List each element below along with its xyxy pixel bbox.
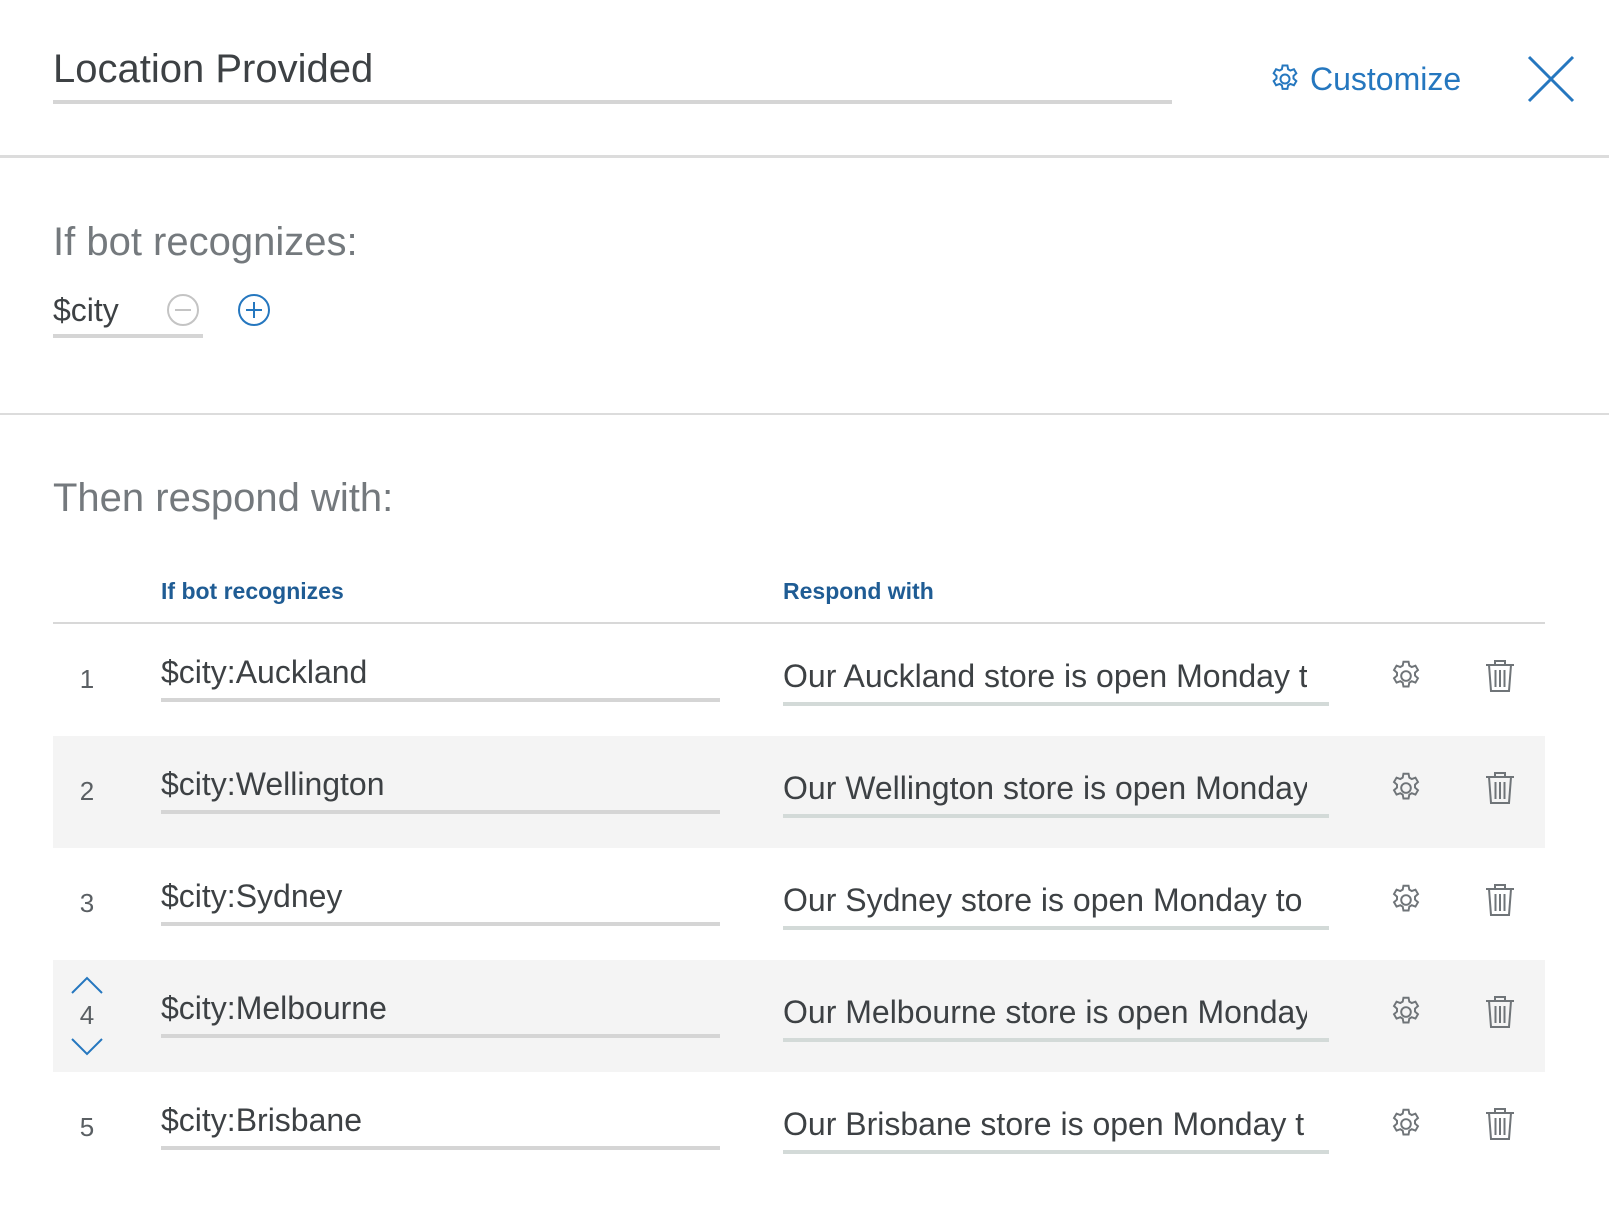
row-condition-field[interactable]: $city:Auckland [161, 654, 720, 702]
row-condition-field[interactable]: $city:Melbourne [161, 990, 720, 1038]
row-response-field[interactable]: Our Sydney store is open Monday to [783, 882, 1329, 930]
response-heading: Then respond with: [53, 476, 394, 520]
chevron-up-icon[interactable] [69, 974, 105, 996]
row-response-value[interactable]: Our Wellington store is open Monday [783, 770, 1307, 807]
gear-icon [1268, 62, 1302, 96]
chevron-down-icon[interactable] [69, 1036, 105, 1058]
node-title-input[interactable] [53, 42, 1172, 96]
row-number: 4 [79, 1000, 95, 1030]
column-header-response: Respond with [783, 578, 934, 604]
row-response-value[interactable]: Our Melbourne store is open Monday [783, 994, 1307, 1031]
row-response-field[interactable]: Our Auckland store is open Monday to [783, 658, 1329, 706]
row-number: 2 [79, 776, 95, 806]
trash-icon[interactable] [1483, 1106, 1517, 1142]
customize-label: Customize [1310, 60, 1462, 97]
row-condition-value[interactable]: $city:Auckland [161, 654, 367, 690]
row-response-field[interactable]: Our Wellington store is open Monday [783, 770, 1329, 818]
row-response-field[interactable]: Our Melbourne store is open Monday [783, 994, 1329, 1042]
table-row: 2 $city:Wellington Our Wellington store … [53, 736, 1545, 848]
row-condition-field[interactable]: $city:Wellington [161, 766, 720, 814]
table-row: 1 $city:Auckland Our Auckland store is o… [53, 624, 1545, 736]
row-response-value[interactable]: Our Sydney store is open Monday to [783, 882, 1307, 919]
node-title-field[interactable] [53, 42, 1172, 104]
row-number: 1 [79, 664, 95, 694]
trash-icon[interactable] [1483, 994, 1517, 1030]
row-response-value[interactable]: Our Brisbane store is open Monday t [783, 1106, 1307, 1143]
column-header-condition: If bot recognizes [161, 578, 344, 604]
row-number: 3 [79, 888, 95, 918]
condition-heading: If bot recognizes: [53, 220, 358, 264]
row-response-field[interactable]: Our Brisbane store is open Monday t [783, 1106, 1329, 1154]
table-row: 3 $city:Sydney Our Sydney store is open … [53, 848, 1545, 960]
row-condition-value[interactable]: $city:Brisbane [161, 1102, 362, 1138]
trash-icon[interactable] [1483, 658, 1517, 694]
gear-icon[interactable] [1388, 882, 1424, 918]
row-condition-field[interactable]: $city:Sydney [161, 878, 720, 926]
table-row: 5 $city:Brisbane Our Brisbane store is o… [53, 1072, 1545, 1184]
condition-section: If bot recognizes: $city [0, 158, 1609, 415]
row-condition-value[interactable]: $city:Sydney [161, 878, 342, 914]
gear-icon[interactable] [1388, 770, 1424, 806]
gear-icon[interactable] [1388, 994, 1424, 1030]
minus-circle-icon[interactable] [166, 293, 200, 327]
row-condition-field[interactable]: $city:Brisbane [161, 1102, 720, 1150]
row-condition-value[interactable]: $city:Wellington [161, 766, 385, 802]
trash-icon[interactable] [1483, 882, 1517, 918]
table-row: 4 $city:Melbourne Our Melbourne store is… [53, 960, 1545, 1072]
gear-icon[interactable] [1388, 658, 1424, 694]
plus-circle-icon[interactable] [237, 293, 271, 327]
condition-value[interactable]: $city [53, 292, 119, 329]
customize-button[interactable]: Customize [1268, 58, 1461, 100]
close-button[interactable] [1524, 52, 1578, 106]
dialog-header: Customize [0, 0, 1609, 158]
row-number: 5 [79, 1112, 95, 1142]
row-condition-value[interactable]: $city:Melbourne [161, 990, 387, 1026]
row-response-value[interactable]: Our Auckland store is open Monday to [783, 658, 1307, 695]
close-icon [1527, 55, 1575, 103]
condition-field[interactable]: $city [53, 290, 203, 338]
trash-icon[interactable] [1483, 770, 1517, 806]
gear-icon[interactable] [1388, 1106, 1424, 1142]
